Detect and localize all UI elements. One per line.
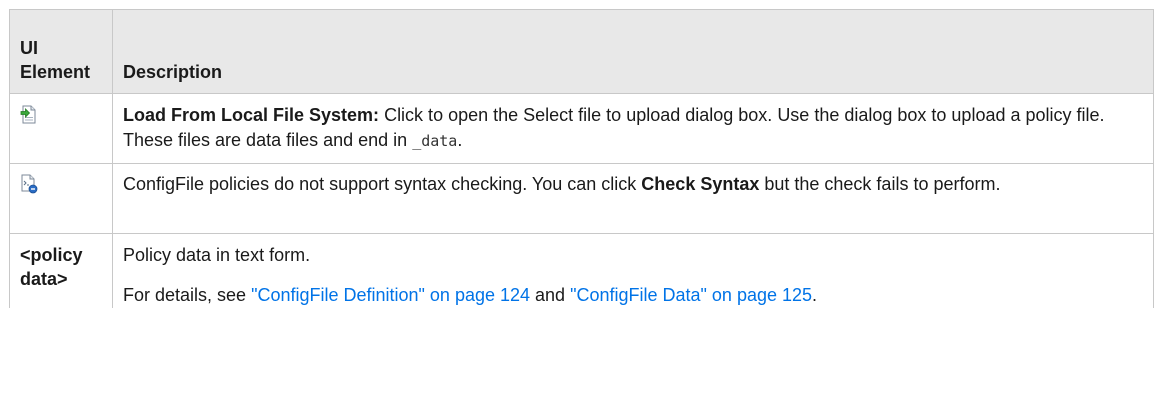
load-from-file-icon <box>20 105 38 125</box>
description-cell: Policy data in text form. For details, s… <box>112 233 1154 308</box>
ui-element-cell <box>9 93 113 164</box>
description-cell: Load From Local File System: Click to op… <box>112 93 1154 164</box>
table-row: Load From Local File System: Click to op… <box>9 93 1154 164</box>
check-syntax-label: Check Syntax <box>641 174 760 194</box>
details-middle: and <box>530 285 571 305</box>
table-header-row: UI Element Description <box>9 9 1154 94</box>
table-row: ConfigFile policies do not support synta… <box>9 163 1154 234</box>
details-prefix: For details, see <box>123 285 252 305</box>
data-suffix-code: _data <box>412 132 458 150</box>
header-ui-element: UI Element <box>9 9 113 94</box>
table-row: <policy data> Policy data in text form. … <box>9 233 1154 308</box>
description-cell: ConfigFile policies do not support synta… <box>112 163 1154 234</box>
ui-elements-table: UI Element Description Load From Local F… <box>9 9 1154 308</box>
check-description-text: ConfigFile policies do not support synta… <box>123 174 642 194</box>
check-syntax-icon <box>20 174 38 194</box>
policy-data-description: Policy data in text form. <box>123 245 311 265</box>
load-from-file-label: Load From Local File System: <box>123 105 380 125</box>
header-description: Description <box>112 9 1154 94</box>
details-suffix: . <box>812 285 818 305</box>
configfile-definition-link[interactable]: "ConfigFile Definition" on page 124 <box>251 285 530 305</box>
load-description-end: . <box>457 130 463 150</box>
configfile-data-link[interactable]: "ConfigFile Data" on page 125 <box>570 285 812 305</box>
check-description-end: but the check fails to perform. <box>759 174 1001 194</box>
policy-data-label: <policy data> <box>20 245 83 289</box>
policy-data-details: For details, see "ConfigFile Definition"… <box>123 283 1143 308</box>
ui-element-cell <box>9 163 113 234</box>
ui-element-cell: <policy data> <box>9 233 113 308</box>
